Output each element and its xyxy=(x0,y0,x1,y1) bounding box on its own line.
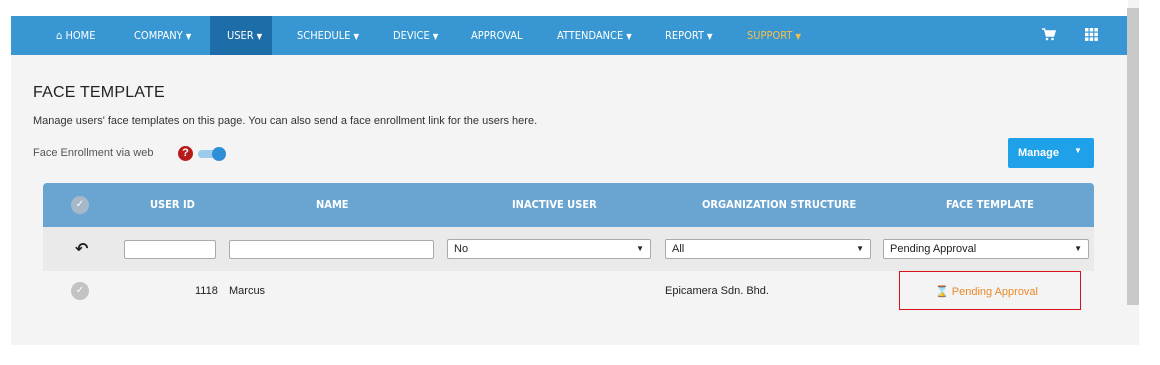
nav-attendance[interactable]: ATTENDANCE ▼ xyxy=(557,16,632,55)
organization-structure-filter[interactable]: All ▼ xyxy=(665,239,871,259)
hourglass-icon: ⌛ xyxy=(935,286,949,298)
caret-down-icon: ▼ xyxy=(795,32,801,41)
nav-approval[interactable]: APPROVAL xyxy=(471,16,523,55)
cell-name: Marcus xyxy=(229,285,266,297)
nav-home[interactable]: ⌂ HOME xyxy=(56,16,95,55)
nav-user-label: USER xyxy=(227,29,254,42)
grid-icon[interactable] xyxy=(1085,28,1098,44)
face-template-filter-value: Pending Approval xyxy=(890,243,977,255)
nav-attendance-label: ATTENDANCE xyxy=(557,29,624,42)
caret-down-icon: ▼ xyxy=(353,32,360,41)
caret-down-icon: ▼ xyxy=(636,244,644,253)
pending-approval-label: Pending Approval xyxy=(951,286,1038,298)
nav-report-label: REPORT xyxy=(665,29,704,42)
caret-down-icon: ▼ xyxy=(256,32,263,41)
col-organization-structure[interactable]: ORGANIZATION STRUCTURE xyxy=(702,183,856,227)
caret-down-icon: ▼ xyxy=(432,32,439,41)
undo-icon[interactable]: ↶ xyxy=(75,239,88,259)
select-all-checkbox[interactable]: ✓ xyxy=(71,196,89,214)
caret-down-icon: ▼ xyxy=(1074,244,1082,253)
cart-icon[interactable] xyxy=(1042,28,1057,44)
vertical-scrollbar[interactable] xyxy=(1127,8,1139,305)
caret-down-icon: ▼ xyxy=(1074,146,1082,155)
pending-approval-link[interactable]: ⌛ Pending Approval xyxy=(935,285,1038,298)
nav-device-label: DEVICE xyxy=(393,29,430,42)
manage-button-label: Manage xyxy=(1018,147,1059,159)
page-description: Manage users' face templates on this pag… xyxy=(33,115,538,127)
caret-down-icon: ▼ xyxy=(185,32,192,41)
col-face-template[interactable]: FACE TEMPLATE xyxy=(946,183,1034,227)
caret-down-icon: ▼ xyxy=(626,32,632,41)
col-user-id[interactable]: USER ID xyxy=(150,183,195,227)
main-navbar: ⌂ HOME COMPANY ▼ USER ▼ SCHEDULE ▼ DEVICE ▼ … xyxy=(11,16,1139,55)
nav-approval-label: APPROVAL xyxy=(471,29,523,42)
col-name[interactable]: NAME xyxy=(316,183,349,227)
inactive-user-filter[interactable]: No ▼ xyxy=(447,239,651,259)
nav-schedule-label: SCHEDULE xyxy=(297,29,351,42)
table-header: USER ID NAME INACTIVE USER ORGANIZATION … xyxy=(43,183,1094,227)
nav-company[interactable]: COMPANY ▼ xyxy=(134,16,191,55)
manage-button[interactable]: Manage ▼ xyxy=(1008,138,1094,168)
row-checkbox[interactable]: ✓ xyxy=(71,282,89,300)
toggle-knob xyxy=(212,147,226,161)
face-enrollment-toggle[interactable] xyxy=(198,147,226,161)
cell-user-id: 1118 xyxy=(195,285,218,297)
nav-report[interactable]: REPORT ▼ xyxy=(665,16,713,55)
caret-down-icon: ▼ xyxy=(856,244,864,253)
nav-device[interactable]: DEVICE ▼ xyxy=(393,16,438,55)
nav-company-label: COMPANY xyxy=(134,29,183,42)
nav-support-label: SUPPORT xyxy=(747,29,793,42)
home-icon: ⌂ xyxy=(56,29,63,42)
user-id-filter[interactable] xyxy=(124,240,216,259)
nav-support[interactable]: SUPPORT ▼ xyxy=(747,16,801,55)
face-enrollment-label: Face Enrollment via web xyxy=(33,147,154,159)
question-icon[interactable]: ? xyxy=(178,146,193,161)
name-filter[interactable] xyxy=(229,240,434,259)
organization-structure-filter-value: All xyxy=(672,243,685,255)
caret-down-icon: ▼ xyxy=(707,32,713,41)
col-inactive-user[interactable]: INACTIVE USER xyxy=(512,183,597,227)
nav-home-label: HOME xyxy=(65,29,96,42)
nav-schedule[interactable]: SCHEDULE ▼ xyxy=(297,16,359,55)
top-strip xyxy=(0,0,1128,16)
inactive-user-filter-value: No xyxy=(454,243,469,255)
cell-organization-structure: Epicamera Sdn. Bhd. xyxy=(665,285,769,297)
page-title: FACE TEMPLATE xyxy=(33,84,165,101)
face-template-filter[interactable]: Pending Approval ▼ xyxy=(883,239,1089,259)
nav-user[interactable]: USER ▼ xyxy=(210,16,272,55)
